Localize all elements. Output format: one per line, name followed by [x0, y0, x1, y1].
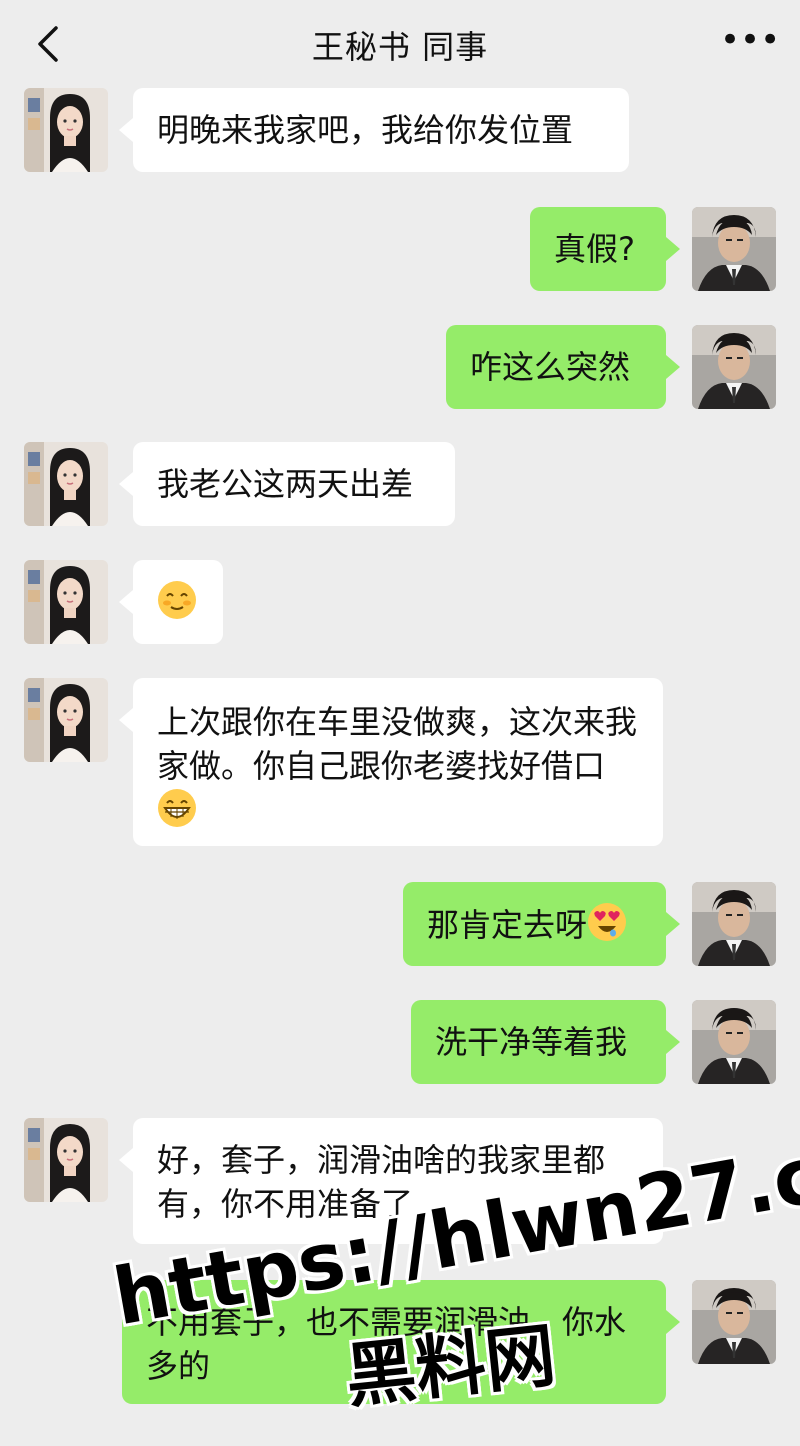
self-avatar[interactable] — [692, 1000, 776, 1084]
message-text: 明晚来我家吧，我给你发位置 — [157, 111, 574, 149]
contact-avatar[interactable] — [24, 678, 108, 762]
message-text: 咋这么突然 — [470, 348, 631, 386]
chat-title: 王秘书 同事 — [311, 28, 489, 66]
message-bubble-received[interactable]: 上次跟你在车里没做爽，这次来我家做。你自己跟你老婆找好借口 — [119, 678, 663, 846]
message-text: 我老公这两天出差 — [157, 465, 414, 503]
contact-avatar[interactable] — [24, 1118, 108, 1202]
contact-avatar[interactable] — [24, 88, 108, 172]
watermark: https://hlwn27.com 黑料网 — [107, 1107, 800, 1425]
message-text: 那肯定去呀 — [427, 906, 588, 944]
heart-eyes-emoji — [587, 902, 627, 942]
message-bubble-sent[interactable]: 真假? — [530, 207, 680, 291]
blushing-face-emoji — [157, 580, 197, 620]
contact-avatar[interactable] — [24, 560, 108, 644]
grinning-face-emoji — [157, 788, 197, 828]
self-avatar[interactable] — [692, 207, 776, 291]
message-bubble-sent[interactable]: 洗干净等着我 — [411, 1000, 680, 1084]
more-button[interactable]: ••• — [720, 23, 780, 57]
message-text: 上次跟你在车里没做爽，这次来我家做。你自己跟你老婆找好借口 — [157, 703, 638, 785]
self-avatar[interactable] — [692, 325, 776, 409]
more-dots-icon: ••• — [720, 20, 781, 60]
message-text: 洗干净等着我 — [435, 1023, 628, 1061]
message-bubble-received[interactable]: 明晚来我家吧，我给你发位置 — [119, 88, 629, 172]
message-bubble-sent[interactable]: 那肯定去呀 — [403, 882, 680, 966]
message-bubble-received[interactable]: 我老公这两天出差 — [119, 442, 455, 526]
chat-header: 王秘书 同事 ••• — [0, 0, 800, 86]
contact-avatar[interactable] — [24, 442, 108, 526]
message-text: 真假? — [554, 230, 635, 268]
message-bubble-sent[interactable]: 咋这么突然 — [446, 325, 680, 409]
self-avatar[interactable] — [692, 882, 776, 966]
message-bubble-received[interactable] — [119, 560, 223, 644]
